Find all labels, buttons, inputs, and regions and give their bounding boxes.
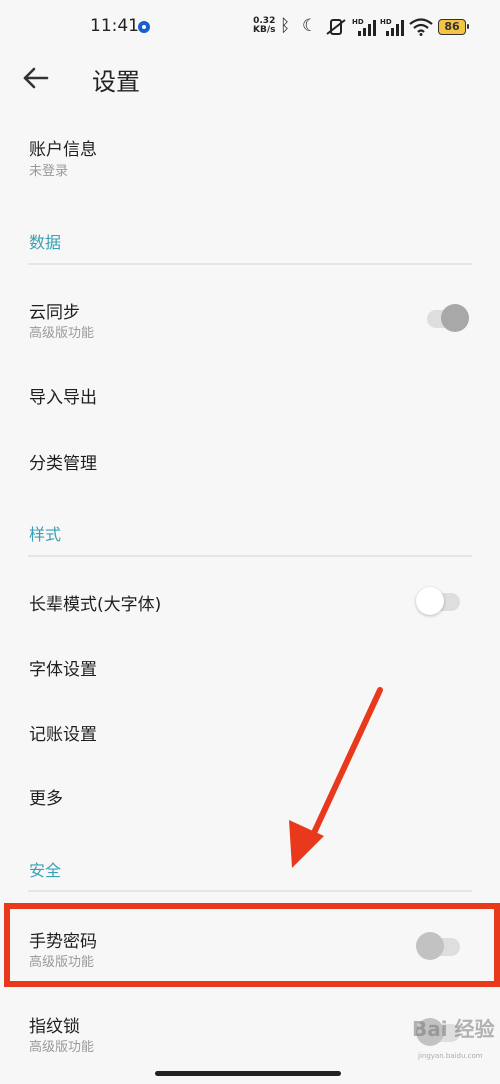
font-settings-title: 字体设置 — [29, 660, 97, 680]
section-header-data: 数据 — [29, 233, 62, 252]
signal-1-icon: HD — [352, 18, 376, 36]
status-time: 11:41 — [90, 16, 139, 36]
bluetooth-icon: ᛒ — [280, 16, 291, 36]
more-row[interactable]: 更多 — [0, 771, 500, 821]
network-speed-unit: KB/s — [253, 25, 276, 35]
import-export-title: 导入导出 — [29, 388, 97, 408]
divider — [28, 263, 472, 265]
network-speed: 0.32 KB/s — [253, 17, 275, 35]
cloud-sync-row[interactable]: 云同步 高级版功能 — [0, 288, 500, 352]
notification-dot-icon — [138, 21, 150, 33]
category-manage-row[interactable]: 分类管理 — [0, 436, 500, 486]
elder-mode-toggle[interactable] — [416, 587, 460, 615]
arrow-left-icon — [23, 67, 49, 89]
more-title: 更多 — [29, 789, 63, 809]
cloud-sync-subtitle: 高级版功能 — [29, 326, 95, 341]
page-title: 设置 — [92, 68, 140, 96]
vibrate-off-icon — [326, 19, 346, 35]
divider — [28, 555, 472, 557]
fingerprint-lock-subtitle: 高级版功能 — [29, 1040, 95, 1055]
moon-icon: ☾ — [302, 16, 318, 36]
signal-2-icon: HD — [380, 18, 404, 36]
watermark-url: jingyan.baidu.com — [418, 1052, 483, 1060]
status-bar: 11:41 0.32 KB/s ᛒ ☾ HD HD 86 — [0, 0, 500, 56]
import-export-row[interactable]: 导入导出 — [0, 370, 500, 420]
account-info-subtitle: 未登录 — [29, 164, 69, 179]
category-manage-title: 分类管理 — [29, 454, 97, 474]
back-button[interactable] — [18, 60, 54, 96]
bookkeeping-settings-row[interactable]: 记账设置 — [0, 707, 500, 757]
home-indicator[interactable] — [155, 1071, 341, 1076]
font-settings-row[interactable]: 字体设置 — [0, 642, 500, 692]
battery-indicator: 86 — [438, 19, 469, 35]
bookkeeping-settings-title: 记账设置 — [29, 725, 97, 745]
elder-mode-row[interactable]: 长辈模式(大字体) — [0, 577, 500, 627]
section-header-style: 样式 — [29, 525, 62, 544]
fingerprint-lock-title: 指纹锁 — [29, 1017, 80, 1037]
highlight-box — [4, 903, 500, 987]
wifi-icon — [409, 18, 433, 36]
cloud-sync-title: 云同步 — [29, 303, 80, 323]
elder-mode-title: 长辈模式(大字体) — [29, 595, 162, 615]
watermark-logo: Bai 经验 — [412, 1017, 495, 1041]
hd2-label: HD — [380, 18, 392, 26]
section-header-security: 安全 — [29, 861, 62, 880]
divider — [28, 890, 472, 892]
hd1-label: HD — [352, 18, 364, 26]
account-info-title: 账户信息 — [29, 140, 97, 160]
cloud-sync-toggle[interactable] — [427, 304, 469, 332]
account-info-row[interactable]: 账户信息 未登录 — [0, 125, 500, 195]
